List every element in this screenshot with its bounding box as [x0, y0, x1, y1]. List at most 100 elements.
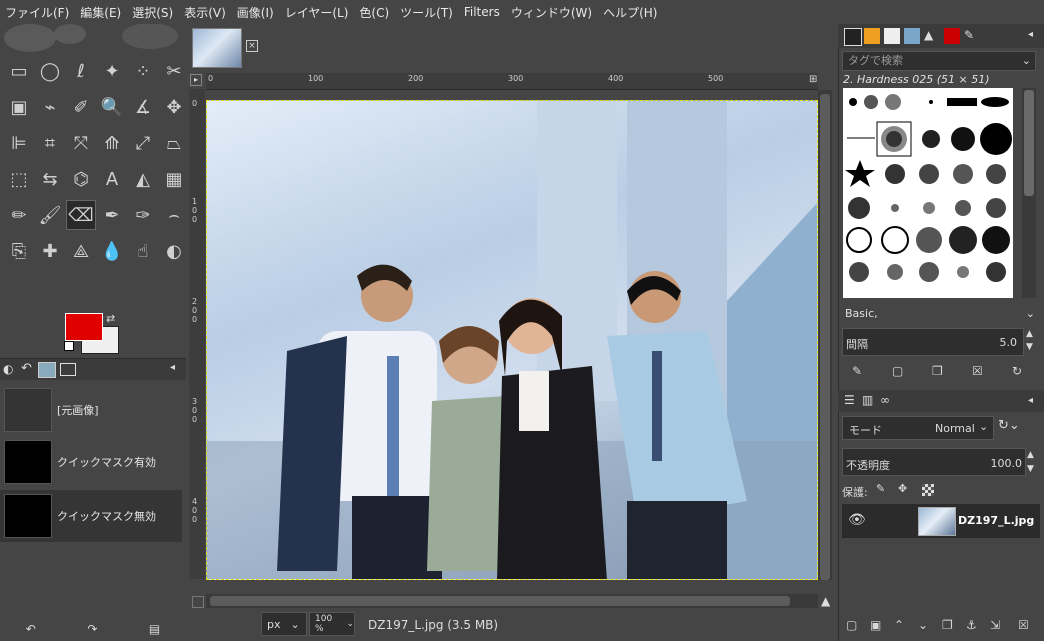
undo-icon[interactable]: ↶ [26, 622, 36, 636]
lock-position-icon[interactable]: ✥ [898, 482, 907, 495]
brushes-tab-icon[interactable] [844, 28, 862, 46]
close-tab-icon[interactable]: × [246, 40, 258, 52]
foreground-select-tool-icon[interactable]: ▣ [4, 92, 34, 122]
panel-menu-icon[interactable]: ◂ [1028, 29, 1033, 40]
smudge-tool-icon[interactable]: ☝ [128, 236, 158, 266]
image-tab-thumbnail[interactable] [192, 28, 242, 68]
pencil-tool-icon[interactable]: ✏ [4, 200, 34, 230]
image-canvas[interactable] [206, 100, 818, 580]
merge-layer-icon[interactable]: ⇲ [990, 618, 1006, 634]
duplicate-layer-icon[interactable]: ❐ [942, 618, 958, 634]
handle-transform-tool-icon[interactable]: ⤢ [128, 128, 158, 158]
menu-item[interactable]: ヘルプ(H) [598, 4, 663, 21]
menu-item[interactable]: ツール(T) [395, 4, 459, 21]
clone-tool-icon[interactable]: ⎘ [4, 236, 34, 266]
brush-scroll-thumb[interactable] [1024, 90, 1034, 196]
brush-grid[interactable] [843, 88, 1013, 298]
menu-item[interactable]: 編集(E) [75, 4, 127, 21]
paint-dynamics-tab-icon[interactable]: ✎ [964, 28, 980, 44]
fonts-tab-icon[interactable] [884, 28, 900, 44]
delete-brush-icon[interactable]: ☒ [972, 364, 988, 380]
tool-presets-tab-icon[interactable]: ▲ [924, 28, 940, 44]
menu-item[interactable]: 選択(S) [127, 4, 179, 21]
scissors-tool-icon[interactable]: ✂ [159, 56, 189, 86]
lock-pixels-icon[interactable]: ✎ [876, 482, 885, 495]
swap-colors-icon[interactable]: ⇄ [106, 312, 115, 325]
visibility-eye-icon[interactable]: 👁 [848, 512, 866, 528]
panel-menu-icon[interactable]: ◂ [1028, 395, 1033, 406]
refresh-brushes-icon[interactable]: ↻ [1012, 364, 1028, 380]
history-item[interactable]: [元画像] [0, 384, 182, 436]
paths-tool-icon[interactable]: ⌁ [35, 92, 65, 122]
menu-item[interactable]: Filters [459, 5, 506, 19]
warp-transform-tool-icon[interactable]: ⟰ [97, 128, 127, 158]
zoom-to-fit-icon[interactable]: ⊞ [809, 74, 817, 85]
new-layer-group-icon[interactable]: ▣ [870, 618, 886, 634]
quick-mask-corner-icon[interactable]: ▸ [190, 74, 202, 86]
menu-item[interactable]: 画像(I) [232, 4, 280, 21]
palettes-tab-icon[interactable] [944, 28, 960, 44]
quick-mask-toggle[interactable] [192, 596, 204, 608]
blur-tool-icon[interactable]: 💧 [97, 236, 127, 266]
flip-tool-icon[interactable]: ⇆ [35, 164, 65, 194]
ellipse-select-tool-icon[interactable]: ◯ [35, 56, 65, 86]
dodge-burn-tool-icon[interactable]: ◐ [159, 236, 189, 266]
lower-layer-icon[interactable]: ⌄ [918, 618, 934, 634]
crop-tool-icon[interactable]: ⌗ [35, 128, 65, 158]
lock-alpha-icon[interactable] [922, 484, 934, 496]
menu-item[interactable]: 色(C) [354, 4, 395, 21]
delete-layer-icon[interactable]: ☒ [1018, 618, 1034, 634]
undo-history-tab-icon[interactable]: ↶ [21, 361, 32, 376]
default-colors-icon[interactable] [64, 341, 74, 351]
mypaint-brush-tool-icon[interactable]: ⌢ [159, 200, 189, 230]
free-select-tool-icon[interactable]: ℓ [66, 56, 96, 86]
horizontal-scroll-thumb[interactable] [210, 596, 790, 606]
brush-set-select[interactable]: Basic, ⌄ [842, 304, 1039, 324]
menu-item[interactable]: ファイル(F) [0, 4, 75, 21]
heal-tool-icon[interactable]: ✚ [35, 236, 65, 266]
zoom-select[interactable]: 100 % ⌄ [309, 612, 355, 636]
3d-transform-tool-icon[interactable]: ⬚ [4, 164, 34, 194]
perspective-tool-icon[interactable]: ⏢ [159, 128, 189, 158]
spacing-stepper[interactable]: ▲ ▼ [1026, 328, 1033, 354]
edit-brush-icon[interactable]: ✎ [852, 364, 868, 380]
layer-mode-select[interactable]: モード Normal ⌄ [842, 416, 994, 440]
menu-item[interactable]: ウィンドウ(W) [506, 4, 598, 21]
device-status-tab-icon[interactable] [60, 363, 76, 376]
composite-mode-icon[interactable]: ↻⌄ [998, 418, 1020, 433]
tool-options-tab-icon[interactable]: ◐ [3, 362, 13, 376]
history-item-selected[interactable]: クイックマスク無効 [0, 490, 182, 542]
duplicate-brush-icon[interactable]: ❐ [932, 364, 948, 380]
align-tool-icon[interactable]: ⊫ [4, 128, 34, 158]
vertical-scroll-thumb[interactable] [820, 94, 830, 580]
zoom-tool-icon[interactable]: 🔍 [97, 92, 127, 122]
ink-tool-icon[interactable]: ✑ [128, 200, 158, 230]
redo-icon[interactable]: ↷ [87, 622, 97, 636]
perspective-clone-tool-icon[interactable]: ⟁ [66, 236, 96, 266]
rect-select-tool-icon[interactable]: ▭ [4, 56, 34, 86]
foreground-color-swatch[interactable] [65, 313, 103, 341]
opacity-stepper[interactable]: ▲ ▼ [1027, 448, 1034, 476]
menu-item[interactable]: レイヤー(L) [280, 4, 355, 21]
bucket-fill-tool-icon[interactable]: ◭ [128, 164, 158, 194]
select-by-color-tool-icon[interactable]: ⁘ [128, 56, 158, 86]
new-brush-icon[interactable]: ▢ [892, 364, 908, 380]
brush-tag-search[interactable]: タグで検索 ⌄ [842, 51, 1036, 71]
layers-tab-icon[interactable]: ☰ [844, 393, 855, 407]
patterns-tab-icon[interactable] [864, 28, 880, 44]
panel-menu-icon[interactable]: ◂ [170, 362, 175, 373]
cage-transform-tool-icon[interactable]: ⌬ [66, 164, 96, 194]
eraser-tool-icon[interactable]: ⌫ [66, 200, 96, 230]
raise-layer-icon[interactable]: ⌃ [894, 618, 910, 634]
channels-tab-icon[interactable]: ▥ [862, 393, 873, 407]
brush-spacing-field[interactable]: 間隔 5.0 [842, 328, 1024, 356]
document-history-tab-icon[interactable] [904, 28, 920, 44]
menu-item[interactable]: 表示(V) [179, 4, 232, 21]
new-layer-icon[interactable]: ▢ [846, 618, 862, 634]
navigate-icon[interactable]: ▲ [821, 594, 830, 608]
unified-transform-tool-icon[interactable]: ⤧ [66, 128, 96, 158]
move-tool-icon[interactable]: ✥ [159, 92, 189, 122]
color-picker-tool-icon[interactable]: ✐ [66, 92, 96, 122]
images-tab-icon[interactable] [38, 362, 56, 378]
history-item[interactable]: クイックマスク有効 [0, 436, 182, 488]
